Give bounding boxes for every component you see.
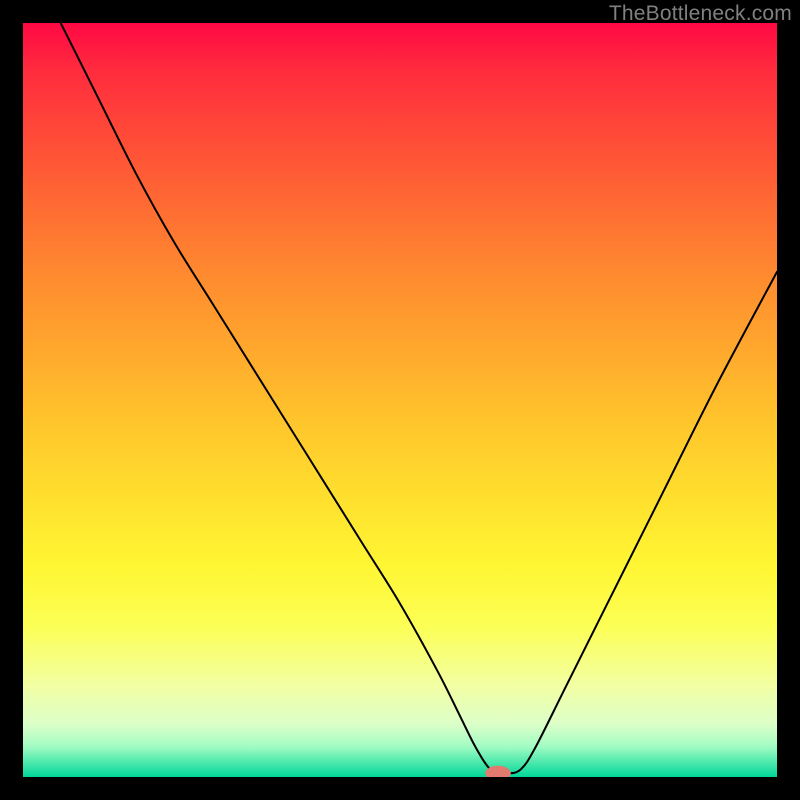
chart-frame: TheBottleneck.com (0, 0, 800, 800)
curve-overlay (23, 23, 777, 777)
bottleneck-curve (61, 23, 777, 773)
plot-area (23, 23, 777, 777)
watermark-text: TheBottleneck.com (609, 2, 792, 26)
